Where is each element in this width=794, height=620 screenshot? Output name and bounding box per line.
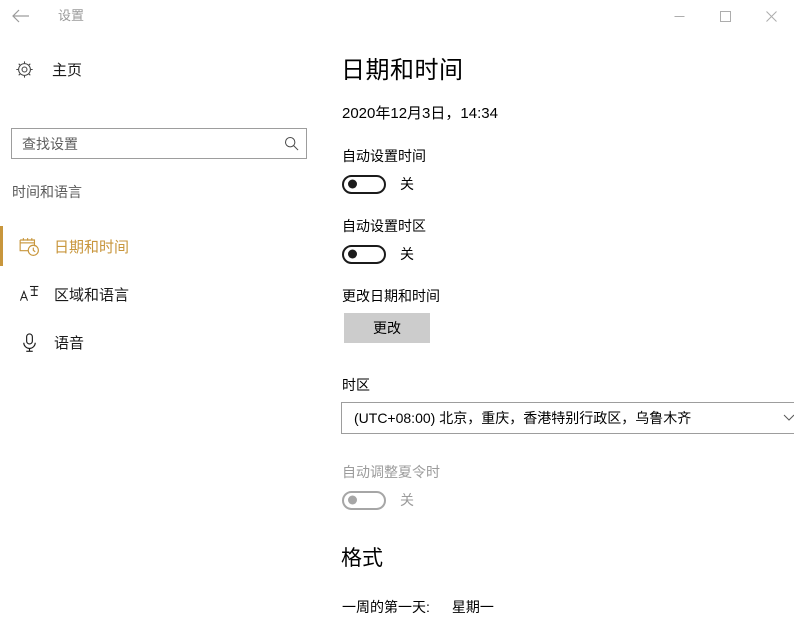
auto-time-state: 关 xyxy=(400,176,414,192)
sidebar: 主页 时间和语言 日期和时间 xyxy=(0,32,330,620)
sidebar-item-label: 语音 xyxy=(54,334,85,352)
selection-indicator xyxy=(0,226,3,266)
selection-indicator xyxy=(0,274,3,314)
timezone-select[interactable]: (UTC+08:00) 北京，重庆，香港特别行政区，乌鲁木齐 xyxy=(341,402,794,434)
page-title: 日期和时间 xyxy=(341,57,464,84)
toggle-knob xyxy=(348,249,357,259)
change-datetime-label: 更改日期和时间 xyxy=(342,288,440,304)
format-section-title: 格式 xyxy=(341,547,383,570)
search-box[interactable] xyxy=(11,128,307,159)
first-day-of-week-row: 一周的第一天: 星期一 xyxy=(342,597,494,617)
maximize-button[interactable] xyxy=(702,0,748,32)
timezone-value: (UTC+08:00) 北京，重庆，香港特别行政区，乌鲁木齐 xyxy=(354,410,692,426)
main-content: 日期和时间 2020年12月3日，14:34 自动设置时间 关 自动设置时区 关… xyxy=(330,32,794,620)
timezone-label: 时区 xyxy=(342,377,370,393)
sidebar-item-region-language[interactable]: 区域和语言 xyxy=(0,270,320,318)
gear-icon xyxy=(6,60,42,79)
toggle-knob xyxy=(348,495,357,505)
minimize-button[interactable] xyxy=(656,0,702,32)
toggle-knob xyxy=(348,179,357,189)
chevron-down-icon xyxy=(774,414,794,422)
title-bar: 设置 xyxy=(0,0,794,32)
first-day-of-week-label: 一周的第一天: xyxy=(342,599,430,615)
window-title: 设置 xyxy=(58,8,85,23)
auto-time-label: 自动设置时间 xyxy=(342,148,426,164)
sidebar-item-label: 区域和语言 xyxy=(54,286,130,304)
dst-label: 自动调整夏令时 xyxy=(342,464,440,480)
back-button[interactable] xyxy=(6,0,36,32)
auto-timezone-toggle[interactable] xyxy=(342,244,386,264)
maximize-icon xyxy=(719,10,731,22)
window-controls xyxy=(656,0,794,32)
minimize-icon xyxy=(674,11,685,22)
auto-timezone-toggle-row: 关 xyxy=(342,244,414,264)
sidebar-item-home[interactable]: 主页 xyxy=(0,52,310,86)
current-datetime: 2020年12月3日，14:34 xyxy=(342,105,498,122)
dst-state: 关 xyxy=(400,492,414,508)
auto-time-toggle-row: 关 xyxy=(342,174,414,194)
auto-time-toggle[interactable] xyxy=(342,174,386,194)
sidebar-item-label: 日期和时间 xyxy=(54,238,130,256)
auto-timezone-state: 关 xyxy=(400,246,414,262)
sidebar-item-speech[interactable]: 语音 xyxy=(0,318,320,366)
language-icon xyxy=(12,284,46,305)
dst-toggle-row: 关 xyxy=(342,490,414,510)
calendar-clock-icon xyxy=(12,236,46,257)
search-input[interactable] xyxy=(12,130,276,157)
first-day-of-week-value: 星期一 xyxy=(451,599,494,615)
sidebar-group-title: 时间和语言 xyxy=(12,184,82,200)
close-button[interactable] xyxy=(748,0,794,32)
change-datetime-button[interactable]: 更改 xyxy=(344,313,430,343)
sidebar-nav-list: 日期和时间 区域和语言 语音 xyxy=(0,222,320,366)
back-arrow-icon xyxy=(12,9,30,23)
microphone-icon xyxy=(12,332,46,353)
sidebar-item-date-time[interactable]: 日期和时间 xyxy=(0,222,320,270)
selection-indicator xyxy=(0,322,3,362)
search-icon[interactable] xyxy=(276,136,306,151)
sidebar-home-label: 主页 xyxy=(52,61,83,79)
close-icon xyxy=(765,10,777,22)
auto-timezone-label: 自动设置时区 xyxy=(342,218,426,234)
dst-toggle xyxy=(342,490,386,510)
